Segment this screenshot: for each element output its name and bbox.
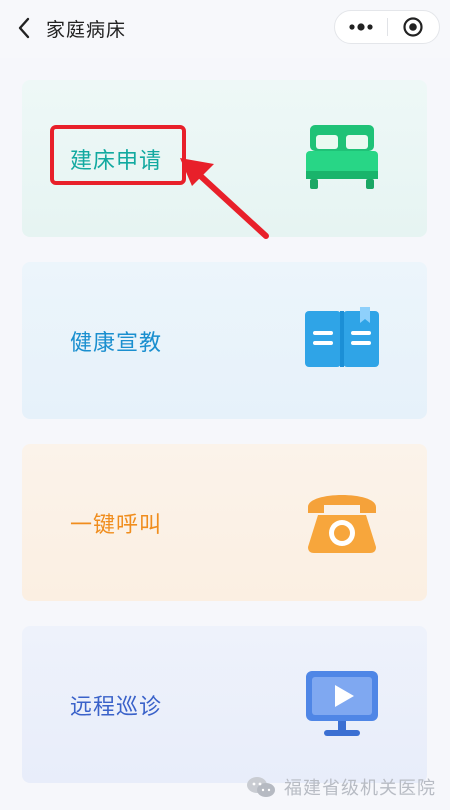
target-close-icon <box>403 17 423 37</box>
watermark: 福建省级机关医院 <box>246 774 436 800</box>
watermark-text: 福建省级机关医院 <box>284 778 436 799</box>
mini-program-capsule <box>334 10 440 44</box>
book-icon <box>302 306 382 375</box>
highlight-box <box>50 125 186 185</box>
annotation-arrow-icon <box>180 158 269 239</box>
card-one-key-call[interactable]: 一键呼叫 <box>22 444 427 601</box>
monitor-play-icon <box>302 667 382 743</box>
page-title: 家庭病床 <box>46 19 127 41</box>
card-label: 一键呼叫 <box>70 512 163 538</box>
card-remote-rounds[interactable]: 远程巡诊 <box>22 626 427 783</box>
back-button[interactable] <box>12 14 36 42</box>
card-label: 远程巡诊 <box>70 694 163 720</box>
chevron-left-icon <box>18 17 30 39</box>
wechat-icon <box>247 777 275 797</box>
top-bar: 家庭病床 <box>0 0 450 58</box>
card-health-education[interactable]: 健康宣教 <box>22 262 427 419</box>
more-button[interactable] <box>335 11 387 43</box>
phone-icon <box>302 485 382 561</box>
more-dots-icon <box>349 23 373 31</box>
close-button[interactable] <box>388 11 440 43</box>
card-label: 健康宣教 <box>70 330 163 356</box>
bed-icon <box>302 121 382 197</box>
